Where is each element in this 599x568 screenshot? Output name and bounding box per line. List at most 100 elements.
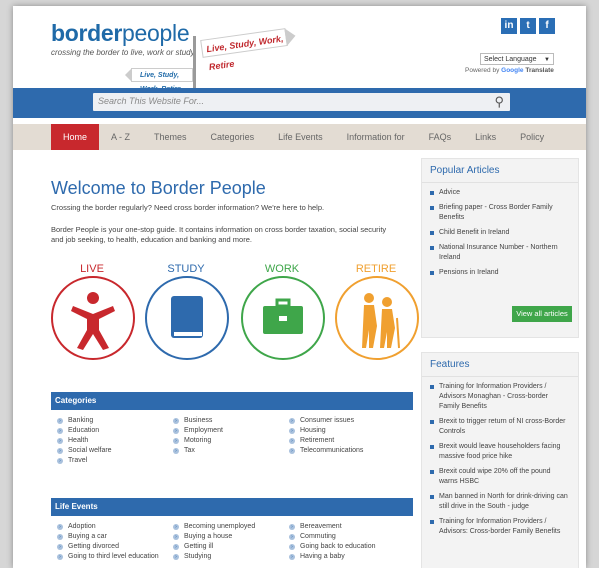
- list-item[interactable]: › Getting divorced: [57, 542, 173, 551]
- person-icon: [71, 292, 115, 350]
- study-label[interactable]: STUDY: [143, 263, 229, 275]
- list-item[interactable]: › Getting ill: [173, 542, 289, 551]
- retire-label[interactable]: RETIRE: [333, 263, 419, 275]
- chevron-right-icon: ›: [289, 543, 295, 550]
- work-circle[interactable]: [241, 276, 325, 360]
- list-item-label: Employment: [184, 427, 223, 434]
- search-input[interactable]: Search This Website For... ⚲: [93, 93, 510, 111]
- nav-item-life-events[interactable]: Life Events: [266, 124, 335, 150]
- list-item[interactable]: › Bereavement: [289, 522, 405, 531]
- linkedin-icon[interactable]: in: [501, 18, 517, 34]
- chevron-right-icon: ›: [173, 417, 179, 424]
- site-header: borderpeople crossing the border to live…: [13, 6, 586, 93]
- nav-item-faqs[interactable]: FAQs: [417, 124, 464, 150]
- list-item-label: Becoming unemployed: [184, 523, 256, 530]
- chevron-right-icon: ›: [57, 543, 63, 550]
- list-item[interactable]: › Going back to education: [289, 542, 405, 551]
- retire-circle[interactable]: [335, 276, 419, 360]
- list-item[interactable]: › Housing: [289, 426, 405, 435]
- nav-item-policy[interactable]: Policy: [508, 124, 556, 150]
- main-nav: Home A - Z Themes Categories Life Events…: [13, 124, 586, 150]
- nav-item-information-for[interactable]: Information for: [335, 124, 417, 150]
- list-item-label: Tax: [184, 447, 195, 454]
- site-logo[interactable]: borderpeople: [51, 20, 190, 47]
- life-events-heading: Life Events: [51, 498, 413, 516]
- twitter-icon[interactable]: t: [520, 18, 536, 34]
- nav-item-links[interactable]: Links: [463, 124, 508, 150]
- article-link[interactable]: Child Benefit in Ireland: [430, 228, 570, 238]
- chevron-down-icon: ▼: [544, 57, 550, 63]
- article-link[interactable]: Briefing paper - Cross Border Family Ben…: [430, 203, 570, 223]
- nav-item-a-z[interactable]: A - Z: [99, 124, 142, 150]
- article-link[interactable]: National Insurance Number - Northern Ire…: [430, 243, 570, 263]
- list-item[interactable]: › Health: [57, 436, 173, 445]
- article-link[interactable]: Pensions in Ireland: [430, 268, 570, 278]
- list-item[interactable]: › Going to third level education: [57, 552, 173, 561]
- list-item[interactable]: › Business: [173, 416, 289, 425]
- chevron-right-icon: ›: [289, 437, 295, 444]
- chevron-right-icon: ›: [289, 447, 295, 454]
- list-item-label: Banking: [68, 417, 94, 424]
- list-item[interactable]: › Adoption: [57, 522, 173, 531]
- life-events-list: › Adoption › Becoming unemployed › Bereavemen…: [51, 516, 413, 567]
- list-item-label: Health: [68, 437, 89, 444]
- chevron-right-icon: ›: [57, 437, 63, 444]
- list-item[interactable]: › Education: [57, 426, 173, 435]
- list-item[interactable]: › Consumer issues: [289, 416, 405, 425]
- chevron-right-icon: ›: [173, 427, 179, 434]
- list-item-label: Consumer issues: [300, 417, 355, 424]
- article-link[interactable]: Training for Information Providers / Adv…: [430, 517, 570, 537]
- list-item[interactable]: › Employment: [173, 426, 289, 435]
- article-link[interactable]: Training for Information Providers / Adv…: [430, 382, 570, 412]
- list-item[interactable]: › Retirement: [289, 436, 405, 445]
- list-item-label: Social welfare: [68, 447, 112, 454]
- list-item[interactable]: › Buying a car: [57, 532, 173, 541]
- search-icon[interactable]: ⚲: [494, 94, 504, 110]
- chevron-right-icon: ›: [173, 533, 179, 540]
- list-item-label: Telecommunications: [300, 447, 364, 454]
- categories-heading: Categories: [51, 392, 413, 410]
- list-item[interactable]: › Motoring: [173, 436, 289, 445]
- elderly-couple-icon: [362, 293, 400, 349]
- list-item[interactable]: › Becoming unemployed: [173, 522, 289, 531]
- study-circle[interactable]: [145, 276, 229, 360]
- list-item[interactable]: › Social welfare: [57, 446, 173, 455]
- chevron-right-icon: ›: [289, 427, 295, 434]
- list-item-label: Education: [68, 427, 100, 434]
- facebook-icon[interactable]: f: [539, 18, 555, 34]
- article-link[interactable]: Man banned in North for drink-driving ca…: [430, 492, 570, 512]
- social-links: in t f: [501, 18, 555, 34]
- intro-paragraph: Border People is your one-stop guide. It…: [51, 225, 387, 244]
- search-placeholder: Search This Website For...: [98, 96, 205, 106]
- article-link[interactable]: Brexit could wipe 20% off the pound warn…: [430, 467, 570, 487]
- live-circle[interactable]: [51, 276, 135, 360]
- nav-item-home[interactable]: Home: [51, 124, 100, 150]
- list-item-label: Getting divorced: [68, 543, 119, 550]
- nav-item-categories[interactable]: Categories: [199, 124, 267, 150]
- search-bar: Search This Website For... ⚲: [13, 88, 586, 118]
- list-item[interactable]: › Buying a house: [173, 532, 289, 541]
- features-list: Training for Information Providers / Adv…: [422, 377, 578, 537]
- article-link[interactable]: Brexit would leave householders facing m…: [430, 442, 570, 462]
- list-item-label: Going to third level education: [68, 553, 159, 560]
- list-item[interactable]: › Commuting: [289, 532, 405, 541]
- list-item[interactable]: › Having a baby: [289, 552, 405, 561]
- live-label[interactable]: LIVE: [49, 263, 135, 275]
- list-item[interactable]: › Travel: [57, 456, 173, 465]
- features-panel: Features Training for Information Provid…: [421, 352, 579, 568]
- article-link[interactable]: Brexit to trigger return of NI cross-Bor…: [430, 417, 570, 437]
- list-item[interactable]: › Tax: [173, 446, 289, 455]
- nav-item-themes[interactable]: Themes: [142, 124, 199, 150]
- google-translate-credit: Powered by Google Translate: [465, 67, 554, 74]
- list-item-label: Motoring: [184, 437, 212, 444]
- article-link[interactable]: Advice: [430, 188, 570, 198]
- view-all-articles-button[interactable]: View all articles: [512, 306, 572, 322]
- chevron-right-icon: ›: [289, 533, 295, 540]
- list-item-label: Travel: [68, 457, 88, 464]
- list-item[interactable]: › Telecommunications: [289, 446, 405, 455]
- list-item[interactable]: › Banking: [57, 416, 173, 425]
- list-item[interactable]: › Studying: [173, 552, 289, 561]
- signpost-sign-right: Live, Study, Work, Retire: [200, 28, 288, 72]
- work-label[interactable]: WORK: [239, 263, 325, 275]
- language-select[interactable]: Select Language ▼: [480, 53, 554, 65]
